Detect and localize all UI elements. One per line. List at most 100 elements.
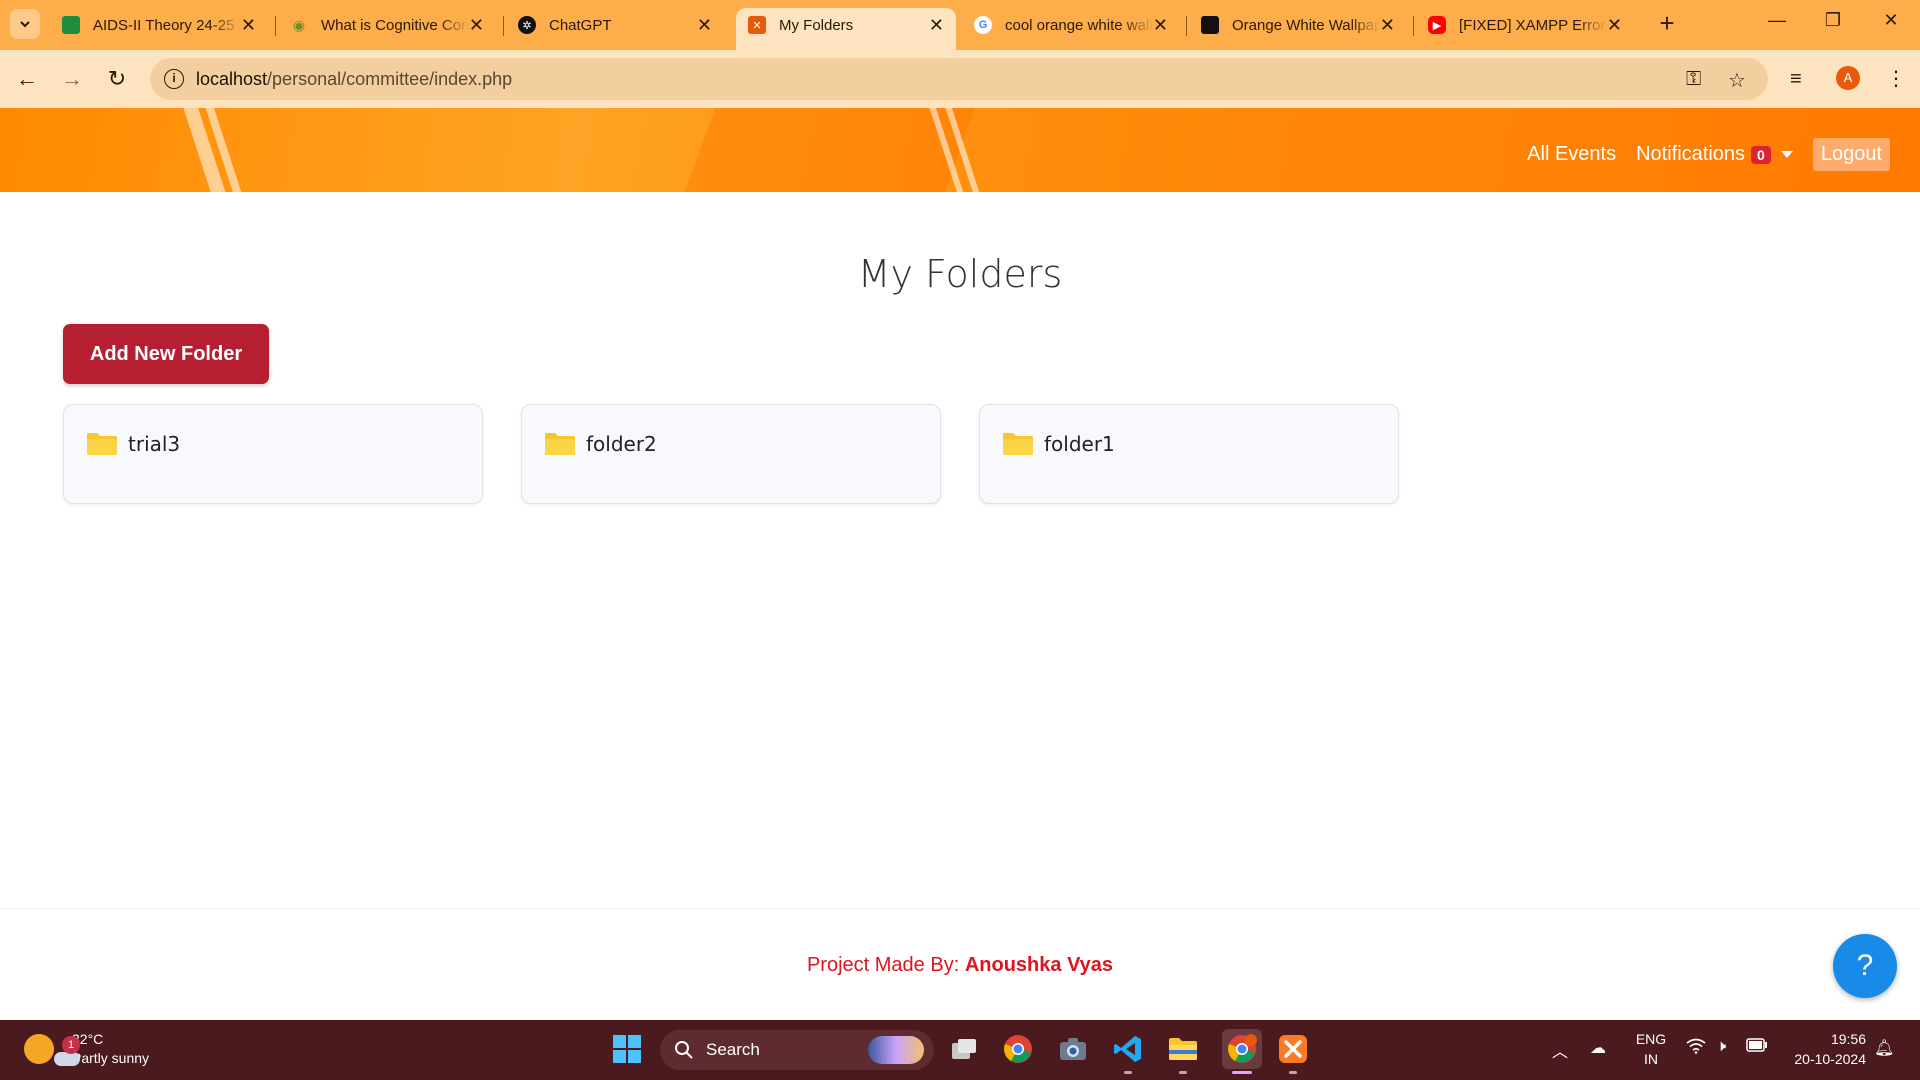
tab-title: What is Cognitive Computing — [321, 16, 469, 34]
close-window-button[interactable]: ✕ — [1876, 10, 1906, 31]
address-bar[interactable]: i localhost/personal/committee/index.php… — [150, 58, 1768, 100]
close-tab-icon[interactable]: ✕ — [1607, 15, 1622, 36]
weather-widget[interactable]: 1 32°C Partly sunny — [24, 1030, 149, 1068]
nav-all-events[interactable]: All Events — [1527, 143, 1616, 166]
chrome-profile-icon[interactable] — [1222, 1029, 1262, 1069]
eye-icon: ◉ — [292, 16, 306, 33]
xampp-icon[interactable] — [1276, 1032, 1310, 1066]
media-control-icon[interactable]: ≡ — [1790, 68, 1802, 91]
start-button[interactable] — [610, 1032, 644, 1066]
clock-time: 19:56 — [1830, 1031, 1866, 1047]
logout-button[interactable]: Logout — [1812, 138, 1890, 171]
forward-button[interactable]: → — [57, 64, 87, 94]
region-code: IN — [1644, 1051, 1658, 1067]
folder-card-trial3[interactable]: trial3 — [63, 404, 483, 504]
footer-credit: Project Made By: Anoushka Vyas — [0, 954, 1920, 977]
youtube-icon: ▶ — [1428, 16, 1446, 34]
url-path: /personal/committee/index.php — [267, 69, 513, 89]
chatgpt-icon: ✲ — [518, 16, 536, 34]
tab-separator — [503, 16, 504, 36]
xampp-icon: ✕ — [748, 16, 766, 34]
running-indicator — [1289, 1071, 1297, 1074]
running-indicator — [1179, 1071, 1187, 1074]
browser-tab-my-folders[interactable]: ✕ My Folders ✕ — [736, 8, 956, 50]
close-tab-icon[interactable]: ✕ — [241, 15, 256, 36]
tab-separator — [1413, 16, 1414, 36]
close-tab-icon[interactable]: ✕ — [469, 15, 484, 36]
add-new-folder-button[interactable]: Add New Folder — [63, 324, 269, 384]
volume-icon[interactable]: 🕨 — [1716, 1038, 1726, 1056]
site-info-icon[interactable]: i — [164, 69, 184, 89]
camera-icon[interactable] — [1056, 1032, 1090, 1066]
tray-chevron-up-icon[interactable]: ︿ — [1552, 1038, 1568, 1062]
help-button[interactable]: ? — [1833, 934, 1897, 998]
chevron-down-icon — [20, 21, 30, 28]
running-indicator — [1124, 1071, 1132, 1074]
restore-button[interactable]: ❐ — [1818, 10, 1848, 31]
search-label: Search — [706, 1040, 760, 1059]
bookmark-star-icon[interactable]: ☆ — [1728, 68, 1746, 93]
vscode-icon[interactable] — [1111, 1032, 1145, 1066]
close-tab-icon[interactable]: ✕ — [1153, 15, 1168, 36]
browser-tab-chatgpt[interactable]: ✲ ChatGPT ✕ — [506, 8, 724, 42]
folder-name: folder2 — [586, 432, 657, 456]
minimize-button[interactable]: — — [1762, 10, 1792, 31]
taskbar-search[interactable]: Search — [660, 1030, 934, 1070]
system-clock[interactable]: 19:56 20-10-2024 — [1782, 1029, 1866, 1069]
url-host: localhost — [196, 69, 268, 89]
weather-text: 32°C Partly sunny — [72, 1030, 149, 1068]
notification-bell-icon[interactable]: 🔔︎ — [1874, 1038, 1894, 1058]
nav-notifications[interactable]: Notifications 0 — [1636, 143, 1793, 166]
site-header: All Events Notifications 0 Logout — [0, 108, 1920, 192]
key-icon[interactable]: ⚿ — [1686, 68, 1701, 91]
folder-icon — [545, 433, 575, 455]
wifi-icon[interactable] — [1686, 1038, 1706, 1059]
onedrive-cloud-icon[interactable]: ☁ — [1590, 1038, 1606, 1058]
battery-icon[interactable] — [1746, 1038, 1768, 1057]
tab-title: My Folders — [779, 16, 854, 34]
footer-divider — [0, 908, 1920, 909]
header-decoration — [684, 108, 976, 192]
url-text: localhost/personal/committee/index.php — [196, 69, 512, 90]
tab-title: AIDS-II Theory 24-25 — [93, 16, 235, 34]
close-tab-icon[interactable]: ✕ — [929, 15, 944, 36]
weather-badge: 1 — [62, 1036, 80, 1054]
tab-separator — [1186, 16, 1187, 36]
back-button[interactable]: ← — [12, 64, 42, 94]
notification-count-badge: 0 — [1751, 146, 1771, 164]
tab-separator — [275, 16, 276, 36]
header-nav: All Events Notifications 0 Logout — [1507, 138, 1890, 171]
weather-sun-icon — [24, 1034, 54, 1064]
windows-taskbar: 1 32°C Partly sunny Search ︿ ☁ ENG IN 🕨 … — [0, 1020, 1920, 1080]
profile-avatar[interactable]: A — [1836, 66, 1860, 90]
task-view-icon[interactable] — [947, 1032, 981, 1066]
page-title: My Folders — [857, 252, 1063, 296]
close-tab-icon[interactable]: ✕ — [697, 15, 712, 36]
folder-icon — [87, 433, 117, 455]
language-indicator[interactable]: ENG IN — [1634, 1029, 1668, 1069]
browser-tab-aids[interactable]: AIDS-II Theory 24-25 ✕ — [50, 8, 268, 42]
folder-name: trial3 — [128, 432, 181, 456]
close-tab-icon[interactable]: ✕ — [1380, 15, 1395, 36]
chrome-icon[interactable] — [1001, 1032, 1035, 1066]
tab-search-button[interactable] — [10, 9, 40, 39]
language-code: ENG — [1635, 1031, 1667, 1047]
search-highlight-image — [868, 1036, 924, 1064]
clock-date: 20-10-2024 — [1794, 1051, 1866, 1067]
weather-temperature: 32°C — [72, 1031, 104, 1047]
file-explorer-icon[interactable] — [1166, 1032, 1200, 1066]
footer-author: Anoushka Vyas — [964, 954, 1114, 976]
new-tab-button[interactable]: + — [1652, 8, 1682, 38]
browser-tab-unsplash[interactable]: Orange White Wallpapers ✕ — [1189, 8, 1407, 42]
reload-button[interactable]: ↻ — [102, 64, 132, 94]
browser-tab-youtube[interactable]: ▶ [FIXED] XAMPP Error ✕ — [1416, 8, 1634, 42]
browser-tab-cognitive[interactable]: ◉ What is Cognitive Computing ✕ — [278, 8, 496, 42]
unsplash-icon — [1201, 16, 1219, 34]
folder-card-folder2[interactable]: folder2 — [521, 404, 941, 504]
browser-tab-google-search[interactable]: G cool orange white wallpaper ✕ — [962, 8, 1180, 42]
folder-card-folder1[interactable]: folder1 — [979, 404, 1399, 504]
google-icon: G — [974, 16, 992, 34]
menu-kebab-icon[interactable]: ⋮ — [1886, 66, 1906, 91]
weather-condition: Partly sunny — [72, 1050, 150, 1066]
weather-cloud-icon — [54, 1052, 80, 1066]
